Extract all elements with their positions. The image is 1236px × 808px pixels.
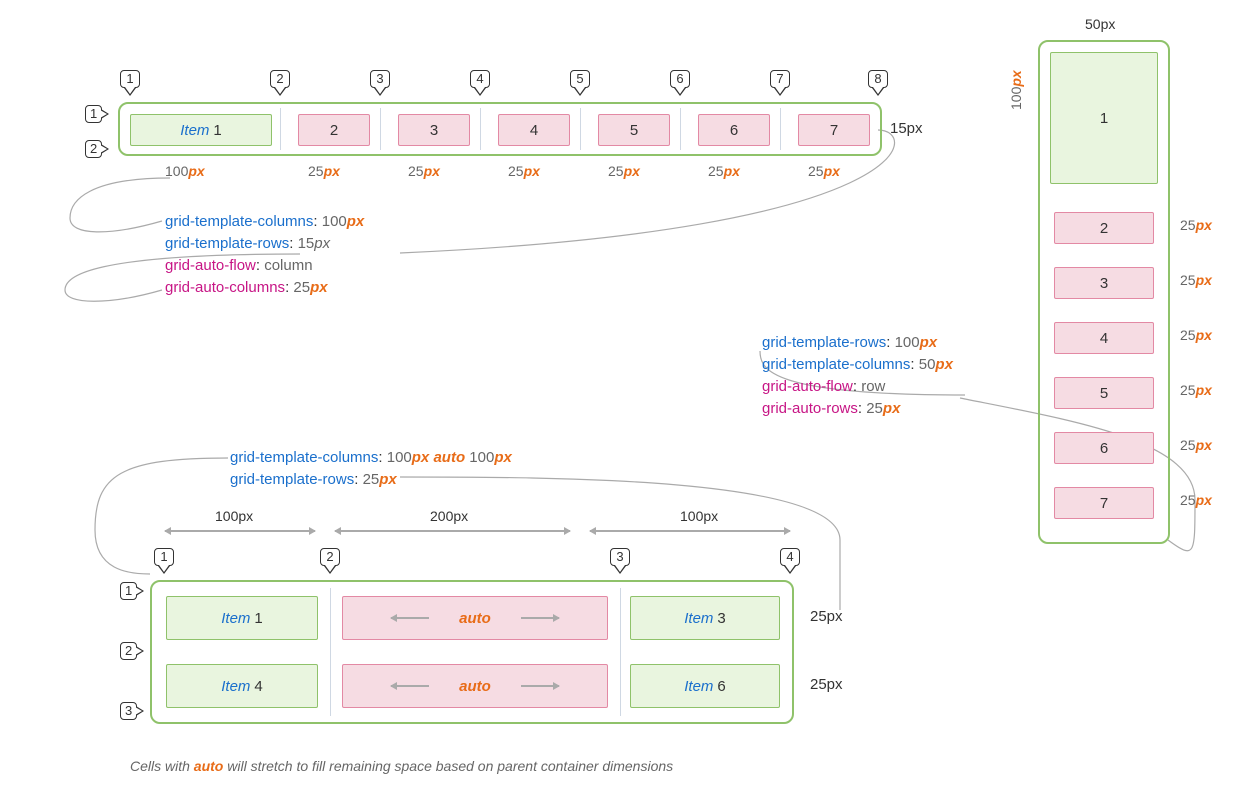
- d2-row-track-4: 25px: [1180, 382, 1212, 398]
- grid-line: [330, 588, 331, 716]
- grid-line: [620, 588, 621, 716]
- auto-label: auto: [459, 678, 491, 695]
- footer-note: Cells with auto will stretch to fill rem…: [130, 758, 673, 774]
- dim-arrow: [165, 530, 315, 532]
- col-line-2: 2: [268, 70, 292, 96]
- col-line-3: 3: [368, 70, 392, 96]
- css-line: grid-auto-columns: 25px: [165, 277, 364, 299]
- dim-arrow: [590, 530, 790, 532]
- css-line: grid-template-columns: 100px: [165, 211, 364, 233]
- d3-item-1: Item1: [166, 596, 318, 640]
- d2-item-7: 7: [1054, 487, 1154, 519]
- d1-row-size: 15px: [890, 120, 923, 137]
- d2-row-track-3: 25px: [1180, 327, 1212, 343]
- css-line: grid-auto-rows: 25px: [762, 398, 953, 420]
- d3-item-auto-2: auto: [342, 664, 608, 708]
- arrow-right-icon: [521, 685, 559, 687]
- d2-item-3: 3: [1054, 267, 1154, 299]
- d3-col-line-2: 2: [318, 548, 342, 574]
- css-line: grid-template-columns: 100px auto 100px: [230, 447, 512, 469]
- d2-item-2: 2: [1054, 212, 1154, 244]
- col-line-4: 4: [468, 70, 492, 96]
- grid-item-6: 6: [698, 114, 770, 146]
- d3-row-line-2: 2: [120, 642, 144, 660]
- d2-top-label: 50px: [1085, 16, 1115, 32]
- d3-col-line-3: 3: [608, 548, 632, 574]
- grid-item-1: Item1: [130, 114, 272, 146]
- grid-line: [480, 108, 481, 150]
- d1-css: grid-template-columns: 100px grid-templa…: [165, 211, 364, 299]
- d3-dim-2: 200px: [430, 508, 468, 524]
- grid-item-3: 3: [398, 114, 470, 146]
- diagram1-frame: Item1 2 3 4 5 6 7: [118, 102, 882, 156]
- grid-line: [680, 108, 681, 150]
- grid-line: [780, 108, 781, 150]
- d2-side-label: 100px: [1008, 70, 1024, 110]
- auto-label: auto: [459, 610, 491, 627]
- col-line-6: 6: [668, 70, 692, 96]
- d1-track-6: 25px: [708, 163, 740, 179]
- col-line-1: 1: [118, 70, 142, 96]
- d1-track-5: 25px: [608, 163, 640, 179]
- d3-dim-1: 100px: [215, 508, 253, 524]
- d3-col-line-1: 1: [152, 548, 176, 574]
- d1-track-4: 25px: [508, 163, 540, 179]
- css-line: grid-template-rows: 100px: [762, 332, 953, 354]
- d3-item-6: Item6: [630, 664, 780, 708]
- d1-track-7: 25px: [808, 163, 840, 179]
- css-line: grid-template-rows: 25px: [230, 469, 512, 491]
- d2-row-track-5: 25px: [1180, 437, 1212, 453]
- d2-css: grid-template-rows: 100px grid-template-…: [762, 332, 953, 420]
- d1-track-1: 100px: [165, 163, 205, 179]
- d3-col-line-4: 4: [778, 548, 802, 574]
- dim-arrow: [335, 530, 570, 532]
- diagram2-frame: 1 2 3 4 5 6 7: [1038, 40, 1170, 544]
- d3-dim-3: 100px: [680, 508, 718, 524]
- arrow-left-icon: [391, 685, 429, 687]
- diagram3-frame: Item1 auto Item3 Item4 auto Item6: [150, 580, 794, 724]
- css-line: grid-auto-flow: row: [762, 376, 953, 398]
- row-line-1: 1: [85, 105, 109, 123]
- grid-item-4: 4: [498, 114, 570, 146]
- d2-item-6: 6: [1054, 432, 1154, 464]
- col-line-5: 5: [568, 70, 592, 96]
- d3-item-3: Item3: [630, 596, 780, 640]
- arrow-right-icon: [521, 617, 559, 619]
- d2-item-5: 5: [1054, 377, 1154, 409]
- css-line: grid-template-columns: 50px: [762, 354, 953, 376]
- d3-row-size-1: 25px: [810, 608, 843, 625]
- grid-line: [280, 108, 281, 150]
- grid-item-7: 7: [798, 114, 870, 146]
- d2-row-track-6: 25px: [1180, 492, 1212, 508]
- arrow-left-icon: [391, 617, 429, 619]
- d3-row-line-3: 3: [120, 702, 144, 720]
- d3-css: grid-template-columns: 100px auto 100px …: [230, 447, 512, 491]
- d2-item-4: 4: [1054, 322, 1154, 354]
- grid-item-2: 2: [298, 114, 370, 146]
- d1-track-2: 25px: [308, 163, 340, 179]
- d3-row-size-2: 25px: [810, 676, 843, 693]
- css-line: grid-auto-flow: column: [165, 255, 364, 277]
- d2-item-1: 1: [1050, 52, 1158, 184]
- d2-row-track-2: 25px: [1180, 272, 1212, 288]
- d1-track-3: 25px: [408, 163, 440, 179]
- d2-row-track-1: 25px: [1180, 217, 1212, 233]
- d3-item-4: Item4: [166, 664, 318, 708]
- row-line-2: 2: [85, 140, 109, 158]
- d3-row-line-1: 1: [120, 582, 144, 600]
- grid-line: [580, 108, 581, 150]
- col-line-7: 7: [768, 70, 792, 96]
- grid-line: [380, 108, 381, 150]
- d3-item-auto-1: auto: [342, 596, 608, 640]
- grid-item-5: 5: [598, 114, 670, 146]
- css-line: grid-template-rows: 15px: [165, 233, 364, 255]
- col-line-8: 8: [866, 70, 890, 96]
